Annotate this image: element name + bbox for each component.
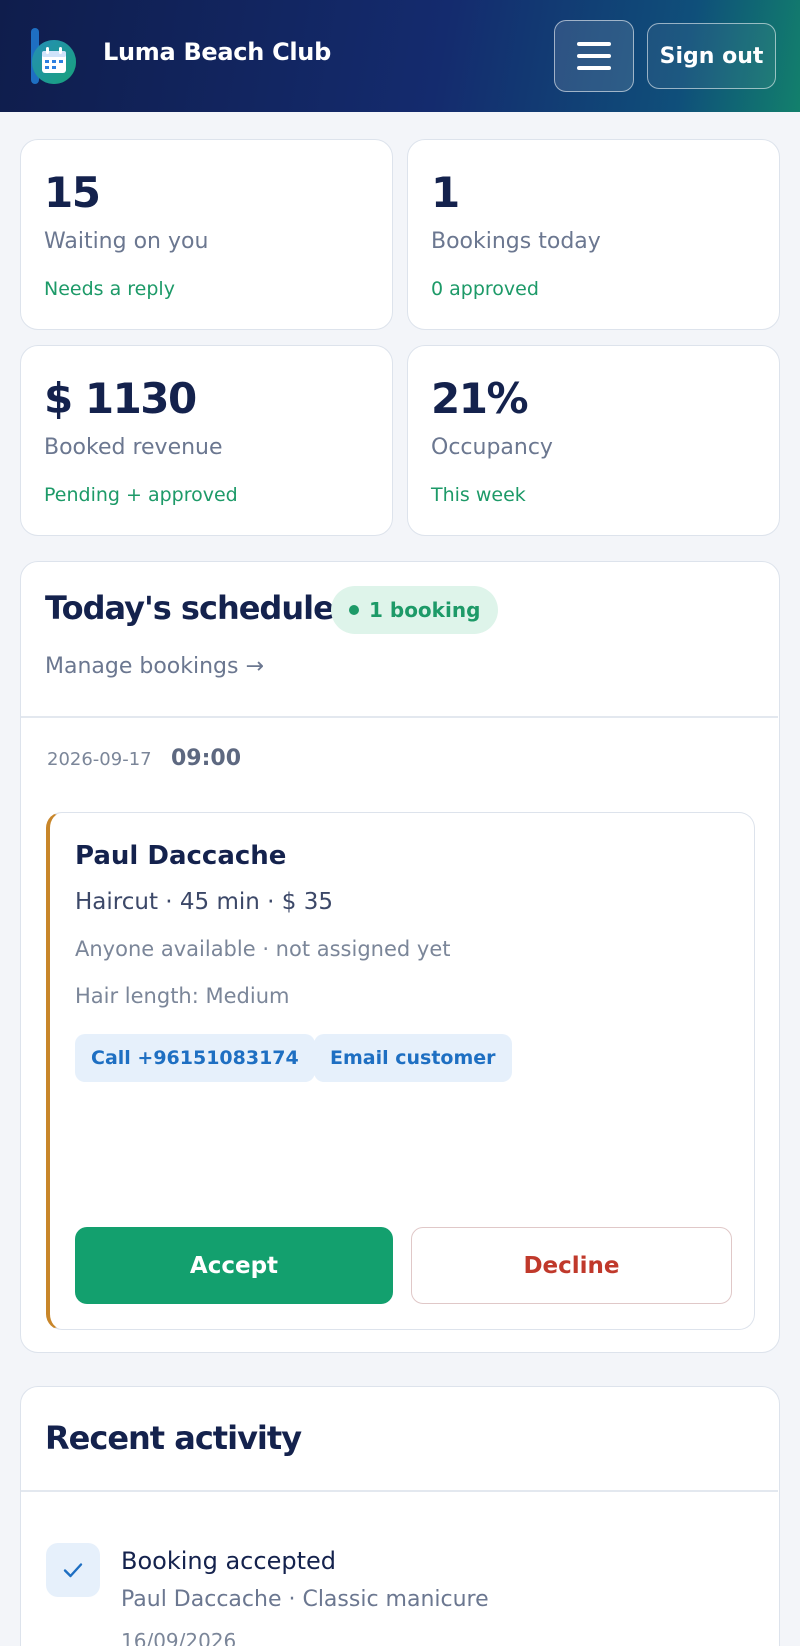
stat-subtext: 0 approved: [431, 278, 539, 300]
manage-bookings-link[interactable]: Manage bookings →: [45, 654, 264, 679]
stat-subtext: Pending + approved: [44, 484, 238, 506]
stat-label: Waiting on you: [44, 229, 209, 254]
divider: [21, 716, 778, 718]
stat-subtext: Needs a reply: [44, 278, 175, 300]
call-customer-button[interactable]: Call +96151083174: [75, 1034, 315, 1082]
schedule-panel: Today's schedule 1 booking Manage bookin…: [20, 561, 780, 1353]
divider: [21, 1490, 778, 1492]
app-header: Luma Beach Club Sign out: [0, 0, 800, 112]
schedule-title: Today's schedule: [45, 589, 335, 627]
menu-button[interactable]: [554, 20, 634, 92]
slot-date: 2026-09-17: [47, 749, 152, 770]
status-dot-icon: [349, 605, 359, 615]
calendar-icon: [28, 28, 78, 86]
decline-button[interactable]: Decline: [411, 1227, 732, 1304]
stat-card-revenue[interactable]: $ 1130 Booked revenue Pending + approved: [20, 345, 393, 536]
activity-item-date: 16/09/2026: [121, 1629, 237, 1646]
stat-value: $ 1130: [44, 374, 197, 423]
booking-count-badge: 1 booking: [331, 586, 499, 634]
customer-name: Paul Daccache: [75, 841, 287, 871]
stat-label: Bookings today: [431, 229, 601, 254]
stat-subtext: This week: [431, 484, 526, 506]
hamburger-menu-icon: [577, 42, 611, 46]
slot-time: 09:00: [171, 746, 242, 771]
stat-label: Booked revenue: [44, 435, 223, 460]
stat-value: 21%: [431, 374, 529, 423]
brand-name: Luma Beach Club: [103, 38, 331, 66]
email-customer-button[interactable]: Email customer: [314, 1034, 512, 1082]
activity-title: Recent activity: [45, 1419, 302, 1457]
activity-panel: Recent activity Booking accepted Paul Da…: [20, 1386, 780, 1646]
stat-value: 15: [44, 168, 101, 217]
booking-note: Hair length: Medium: [75, 984, 290, 1008]
activity-item-title: Booking accepted: [121, 1547, 336, 1575]
stat-label: Occupancy: [431, 435, 553, 460]
booking-service: Haircut · 45 min · $ 35: [75, 889, 333, 915]
check-icon: [46, 1543, 100, 1597]
accept-button[interactable]: Accept: [75, 1227, 393, 1304]
stat-value: 1: [431, 168, 460, 217]
sign-out-button[interactable]: Sign out: [647, 23, 776, 89]
badge-label: 1 booking: [369, 598, 481, 622]
booking-card[interactable]: Paul Daccache Haircut · 45 min · $ 35 An…: [46, 812, 755, 1330]
stat-card-waiting[interactable]: 15 Waiting on you Needs a reply: [20, 139, 393, 330]
stat-card-occupancy[interactable]: 21% Occupancy This week: [407, 345, 780, 536]
stat-card-bookings-today[interactable]: 1 Bookings today 0 approved: [407, 139, 780, 330]
booking-staff: Anyone available · not assigned yet: [75, 937, 451, 961]
activity-item-detail: Paul Daccache · Classic manicure: [121, 1587, 489, 1612]
